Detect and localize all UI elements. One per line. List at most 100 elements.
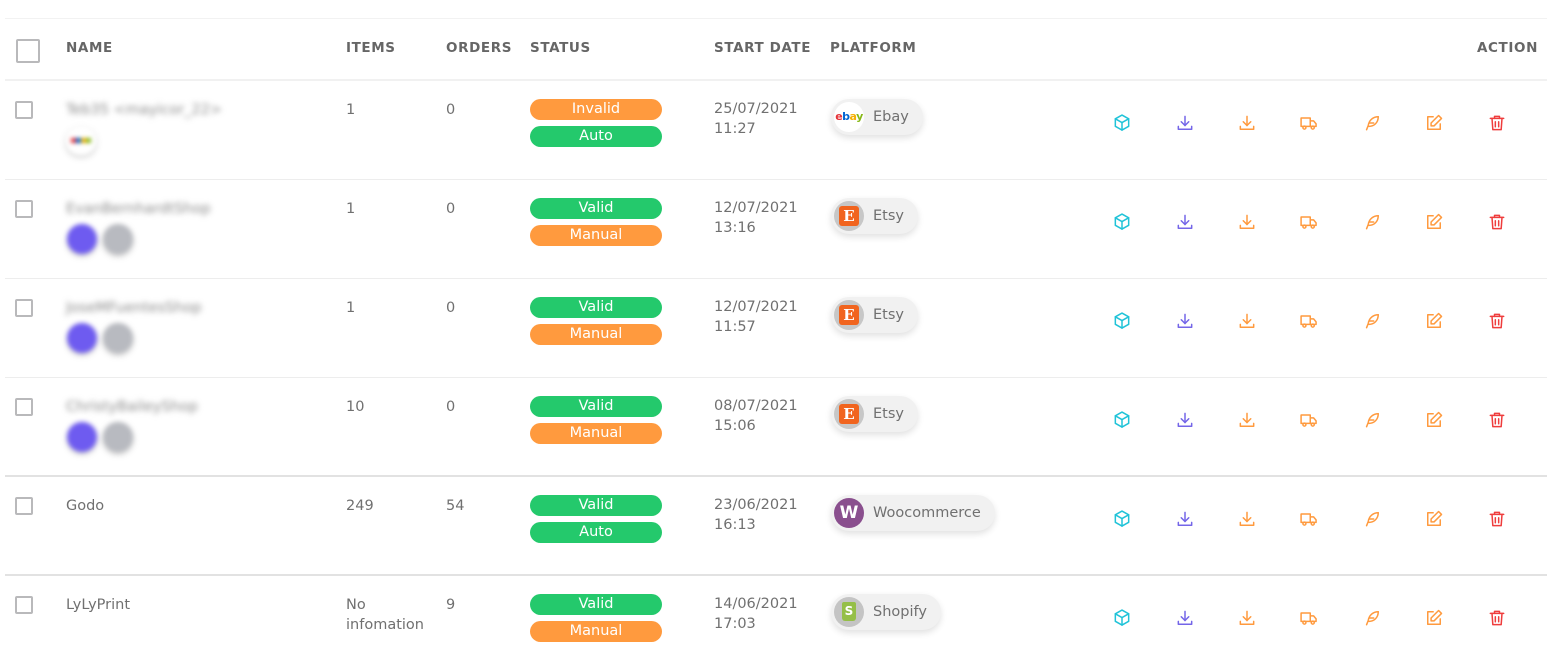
status-badge: Invalid — [530, 99, 662, 120]
download-icon[interactable] — [1175, 212, 1197, 234]
mode-badge: Manual — [530, 225, 662, 246]
export-icon[interactable] — [1237, 311, 1259, 333]
orders-count: 9 — [446, 597, 456, 613]
edit-icon[interactable] — [1424, 113, 1446, 135]
trash-icon[interactable] — [1487, 410, 1509, 432]
time-text: 11:27 — [714, 121, 756, 137]
orders-count: 0 — [446, 102, 456, 118]
row-checkbox[interactable] — [15, 398, 33, 416]
export-icon[interactable] — [1237, 113, 1259, 135]
avatar — [67, 422, 97, 452]
shopify-logo-icon: S — [834, 597, 864, 627]
items-line: No — [346, 597, 366, 613]
etsy-logo-icon: E — [834, 300, 864, 330]
row-checkbox[interactable] — [15, 299, 33, 317]
feather-icon[interactable] — [1362, 311, 1384, 333]
cube-icon[interactable] — [1112, 212, 1134, 234]
cube-icon[interactable] — [1112, 311, 1134, 333]
trash-icon[interactable] — [1487, 113, 1509, 135]
date-text: 12/07/2021 — [714, 200, 798, 216]
row-checkbox[interactable] — [15, 200, 33, 218]
start-date: 12/07/2021 13:16 — [714, 198, 798, 238]
truck-icon[interactable] — [1299, 311, 1321, 333]
feather-icon[interactable] — [1362, 509, 1384, 531]
platform-name: Etsy — [873, 307, 904, 323]
header-status[interactable]: STATUS — [530, 40, 591, 56]
shop-name[interactable]: EvanBernhardtShop — [66, 199, 211, 219]
download-icon[interactable] — [1175, 410, 1197, 432]
header-name[interactable]: NAME — [66, 40, 113, 56]
select-all-checkbox[interactable] — [16, 39, 40, 63]
truck-icon[interactable] — [1299, 608, 1321, 630]
items-count: 1 — [346, 300, 356, 316]
header-orders[interactable]: ORDERS — [446, 40, 512, 56]
mode-badge: Auto — [530, 126, 662, 147]
export-icon[interactable] — [1237, 608, 1259, 630]
edit-icon[interactable] — [1424, 410, 1446, 432]
shop-name[interactable]: LyLyPrint — [66, 595, 130, 615]
status-badge: Valid — [530, 198, 662, 219]
items-count: 1 — [346, 102, 356, 118]
edit-icon[interactable] — [1424, 509, 1446, 531]
date-text: 14/06/2021 — [714, 596, 798, 612]
table-row: LyLyPrint No infomation 9 Valid Manual 1… — [5, 576, 1547, 661]
truck-icon[interactable] — [1299, 113, 1321, 135]
table-row: Teb35 <mayicor_22> 1 0 Invalid Auto 25/0… — [5, 81, 1547, 180]
row-checkbox[interactable] — [15, 101, 33, 119]
time-text: 16:13 — [714, 517, 756, 533]
start-date: 08/07/2021 15:06 — [714, 396, 798, 436]
edit-icon[interactable] — [1424, 212, 1446, 234]
edit-icon[interactable] — [1424, 311, 1446, 333]
row-checkbox[interactable] — [15, 497, 33, 515]
platform-name: Woocommerce — [873, 505, 981, 521]
shop-name[interactable]: JoseMFuentesShop — [66, 298, 202, 318]
avatar — [103, 422, 133, 452]
trash-icon[interactable] — [1487, 212, 1509, 234]
export-icon[interactable] — [1237, 410, 1259, 432]
edit-icon[interactable] — [1424, 608, 1446, 630]
cube-icon[interactable] — [1112, 410, 1134, 432]
date-text: 08/07/2021 — [714, 398, 798, 414]
platform-name: Etsy — [873, 208, 904, 224]
header-start-date[interactable]: START DATE — [714, 40, 811, 56]
shop-name[interactable]: Godo — [66, 496, 104, 516]
status-badge: Valid — [530, 297, 662, 318]
truck-icon[interactable] — [1299, 212, 1321, 234]
items-count: 10 — [346, 399, 365, 415]
header-platform[interactable]: PLATFORM — [830, 40, 916, 56]
feather-icon[interactable] — [1362, 212, 1384, 234]
feather-icon[interactable] — [1362, 410, 1384, 432]
truck-icon[interactable] — [1299, 410, 1321, 432]
cube-icon[interactable] — [1112, 608, 1134, 630]
platform-chip: E Etsy — [831, 396, 918, 432]
mode-badge: Manual — [530, 324, 662, 345]
status-badge: Valid — [530, 594, 662, 615]
platform-name: Etsy — [873, 406, 904, 422]
time-text: 13:16 — [714, 220, 756, 236]
row-checkbox[interactable] — [15, 596, 33, 614]
cube-icon[interactable] — [1112, 509, 1134, 531]
platform-chip: W Woocommerce — [831, 495, 995, 531]
mode-badge: Auto — [530, 522, 662, 543]
start-date: 12/07/2021 11:57 — [714, 297, 798, 337]
feather-icon[interactable] — [1362, 113, 1384, 135]
truck-icon[interactable] — [1299, 509, 1321, 531]
shop-name[interactable]: ChristyBaileyShop — [66, 397, 198, 417]
trash-icon[interactable] — [1487, 509, 1509, 531]
download-icon[interactable] — [1175, 311, 1197, 333]
download-icon[interactable] — [1175, 608, 1197, 630]
feather-icon[interactable] — [1362, 608, 1384, 630]
trash-icon[interactable] — [1487, 311, 1509, 333]
platform-chip: S Shopify — [831, 594, 941, 630]
avatar — [67, 323, 97, 353]
download-icon[interactable] — [1175, 509, 1197, 531]
date-text: 23/06/2021 — [714, 497, 798, 513]
shop-name[interactable]: Teb35 <mayicor_22> — [66, 100, 222, 120]
export-icon[interactable] — [1237, 212, 1259, 234]
status-badge: Valid — [530, 495, 662, 516]
header-items[interactable]: ITEMS — [346, 40, 396, 56]
download-icon[interactable] — [1175, 113, 1197, 135]
export-icon[interactable] — [1237, 509, 1259, 531]
trash-icon[interactable] — [1487, 608, 1509, 630]
cube-icon[interactable] — [1112, 113, 1134, 135]
